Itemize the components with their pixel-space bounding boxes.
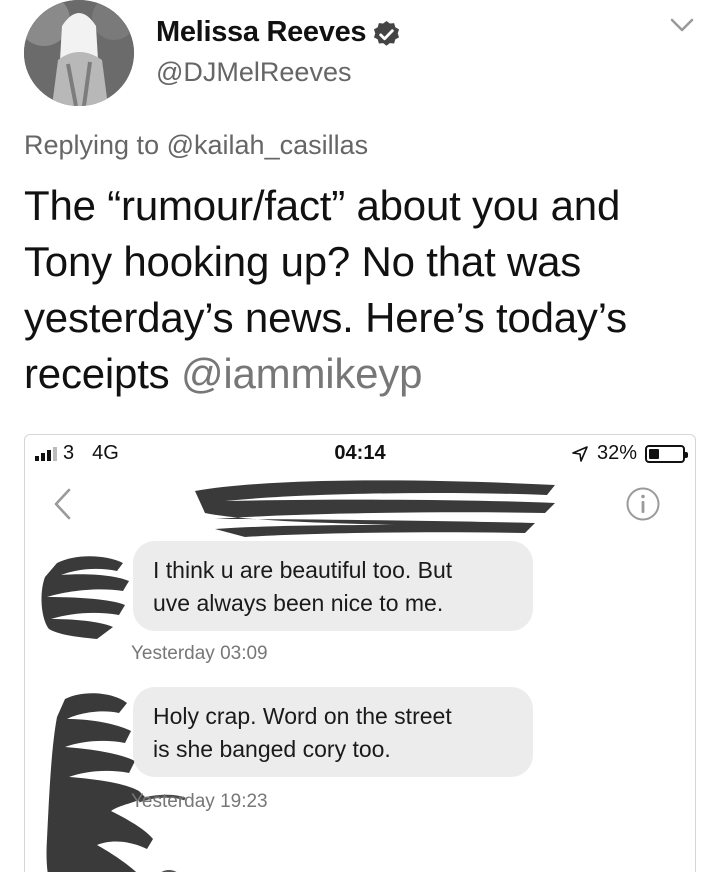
tweet-mention-link[interactable]: @iammikeyp [181, 350, 423, 397]
message-line: uve always been nice to me. [153, 590, 444, 616]
tweet-text-word: receipts [24, 350, 170, 397]
user-handle[interactable]: @DJMelReeves [156, 57, 351, 88]
battery-level [649, 448, 659, 459]
redacted-avatar [41, 556, 129, 639]
tweet-text-line: receipts @iammikeyp [24, 346, 704, 402]
location-arrow-icon [572, 445, 588, 462]
tweet-text: The “rumour/fact” about you and Tony hoo… [24, 178, 704, 402]
redacted-contact-name [195, 480, 555, 537]
battery-percent: 32% [596, 442, 637, 464]
tweet-text-line: The “rumour/fact” about you and [24, 182, 621, 229]
message-bubble[interactable]: I think u are beautiful too. But uve alw… [133, 541, 533, 631]
tweet-text-line: Tony hooking up? No that was [24, 238, 582, 285]
verified-badge-icon [373, 20, 400, 46]
message-timestamp: Yesterday 03:09 [131, 643, 268, 664]
chevron-left-icon[interactable] [51, 487, 75, 521]
message-line: I think u are beautiful too. But [153, 557, 453, 583]
status-right: 32% [571, 442, 688, 465]
tweet-text-line: yesterday’s news. Here’s today’s [24, 294, 627, 341]
chevron-down-icon[interactable] [668, 14, 696, 36]
message-line: is she banged cory too. [153, 736, 391, 762]
profile-avatar[interactable] [24, 0, 134, 106]
attached-image[interactable]: 3 4G 04:14 32% I think u are beautiful t… [24, 434, 696, 872]
info-icon[interactable] [625, 486, 661, 522]
avatar-photo [24, 0, 134, 106]
message-bubble[interactable]: Holy crap. Word on the street is she ban… [133, 687, 533, 777]
message-timestamp: Yesterday 19:23 [131, 791, 268, 812]
replying-prefix: Replying to [24, 130, 160, 160]
status-bar: 3 4G 04:14 32% [25, 435, 695, 471]
display-name[interactable]: Melissa Reeves [156, 16, 367, 49]
replying-to-mention[interactable]: @kailah_casillas [167, 130, 369, 160]
tweet-screenshot: Melissa Reeves @DJMelReeves Replying to … [0, 0, 720, 872]
battery-icon [645, 444, 688, 463]
replying-to-line: Replying to @kailah_casillas [24, 130, 368, 161]
message-line: Holy crap. Word on the street [153, 703, 452, 729]
